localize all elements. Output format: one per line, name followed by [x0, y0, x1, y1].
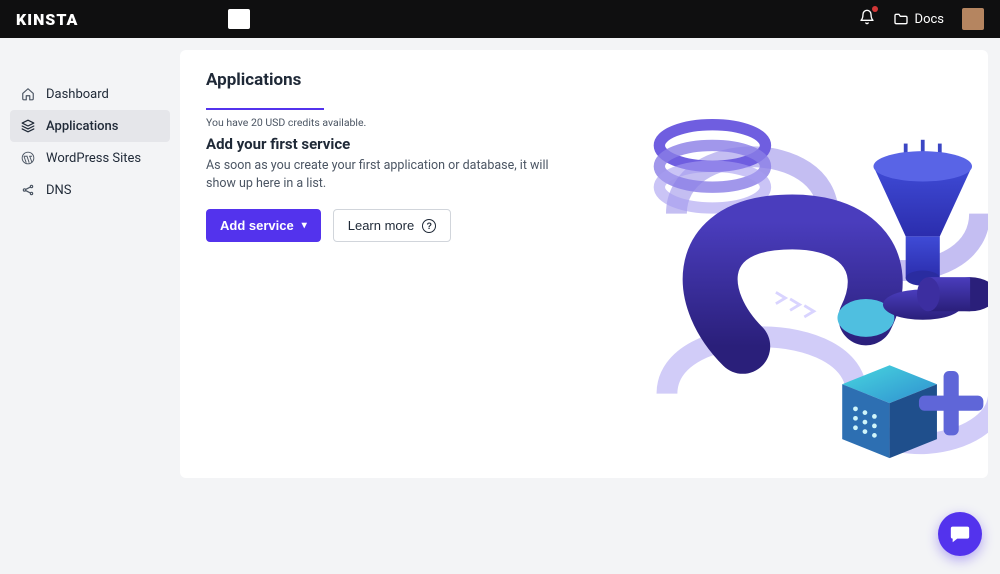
folder-icon [893, 11, 909, 27]
add-service-button[interactable]: Add service ▾ [206, 209, 321, 242]
applications-card: Applications You have 20 USD credits ava… [180, 50, 988, 478]
page-title: Applications [206, 70, 962, 90]
notification-badge [872, 6, 878, 12]
credit-note: You have 20 USD credits available. [206, 116, 962, 129]
notifications-button[interactable] [859, 9, 875, 29]
hero-illustration [638, 100, 988, 460]
sidebar-item-label: Applications [46, 119, 119, 134]
top-placeholder [228, 9, 250, 29]
sidebar-item-label: WordPress Sites [46, 151, 141, 166]
sidebar-item-applications[interactable]: Applications [10, 110, 170, 142]
docs-link[interactable]: Docs [893, 11, 944, 27]
avatar[interactable] [962, 8, 984, 30]
wordpress-icon [20, 150, 36, 166]
chat-button[interactable] [938, 512, 982, 556]
chevron-down-icon: ▾ [302, 220, 307, 231]
sidebar-item-dashboard[interactable]: Dashboard [10, 78, 170, 110]
bell-icon [859, 9, 875, 25]
add-service-label: Add service [220, 218, 294, 233]
docs-label: Docs [915, 12, 944, 27]
chat-icon [949, 523, 971, 545]
sidebar-item-label: DNS [46, 183, 72, 198]
sidebar-item-wordpress[interactable]: WordPress Sites [10, 142, 170, 174]
share-icon [20, 182, 36, 198]
learn-more-button[interactable]: Learn more ? [333, 209, 451, 242]
sidebar: Dashboard Applications WordPress Sites D… [0, 38, 180, 574]
home-icon [20, 86, 36, 102]
sidebar-item-label: Dashboard [46, 87, 109, 102]
button-row: Add service ▾ Learn more ? [206, 209, 962, 242]
help-icon: ? [422, 219, 436, 233]
learn-more-label: Learn more [348, 218, 414, 233]
subhead: Add your first service [206, 135, 962, 153]
logo[interactable]: KINSTA [16, 10, 78, 29]
layers-icon [20, 118, 36, 134]
tab-underline [206, 108, 324, 110]
main-panel: Applications You have 20 USD credits ava… [180, 38, 1000, 574]
topbar-right: Docs [859, 8, 984, 30]
sidebar-item-dns[interactable]: DNS [10, 174, 170, 206]
description: As soon as you create your first applica… [206, 157, 566, 193]
topbar: KINSTA Docs [0, 0, 1000, 38]
